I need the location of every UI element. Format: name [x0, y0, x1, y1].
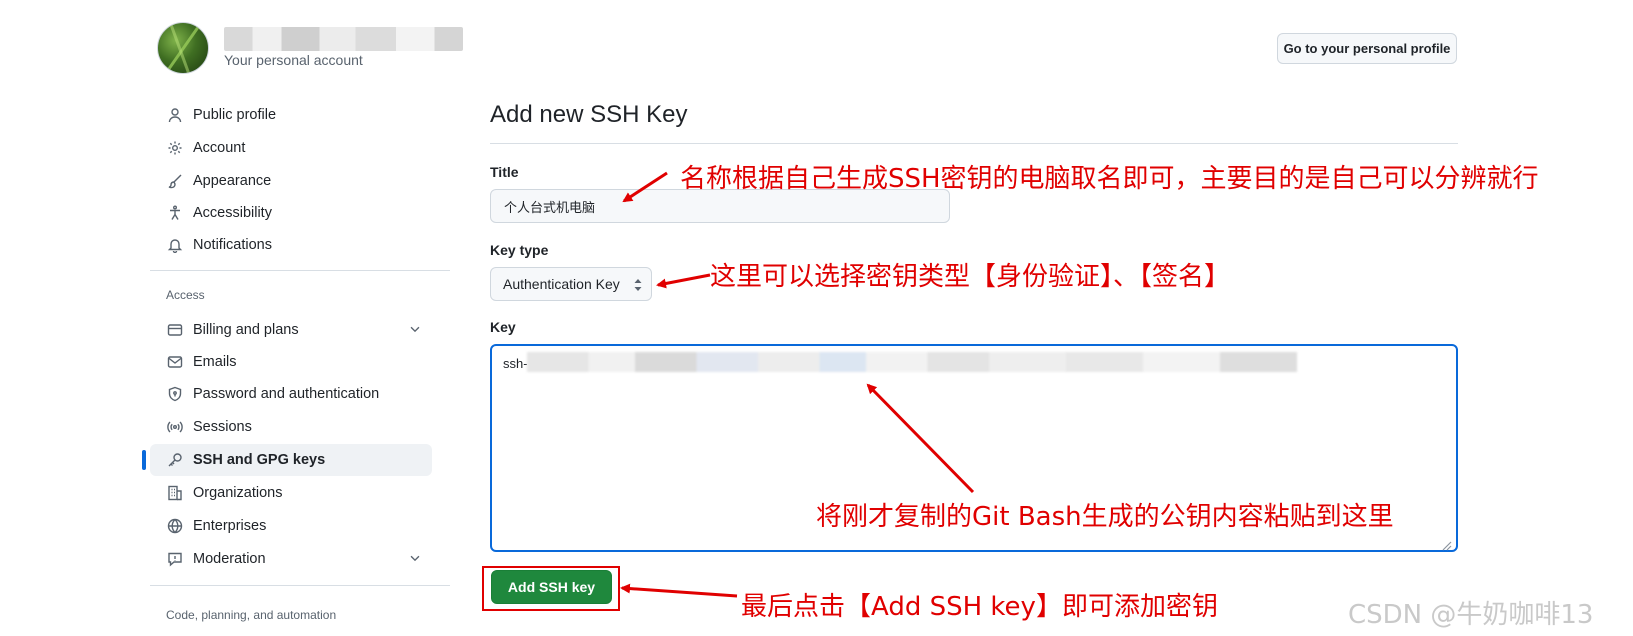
- watermark: CSDN @牛奶咖啡13: [1348, 600, 1594, 630]
- arrow-to-key-type: [656, 273, 711, 289]
- annotation-key-type: 这里可以选择密钥类型【身份验证】、【签名】: [710, 262, 1231, 292]
- annotation-arrows: [620, 171, 975, 598]
- annotation-title: 名称根据自己生成SSH密钥的电脑取名即可，主要目的是自己可以分辨就行: [680, 164, 1539, 194]
- arrow-to-title: [622, 171, 668, 203]
- annotation-key: 将刚才复制的Git Bash生成的公钥内容粘贴到这里: [816, 502, 1394, 532]
- annotation-button: 最后点击【Add SSH key】即可添加密钥: [741, 592, 1218, 622]
- arrow-to-button: [620, 583, 738, 598]
- arrow-to-key: [866, 383, 975, 494]
